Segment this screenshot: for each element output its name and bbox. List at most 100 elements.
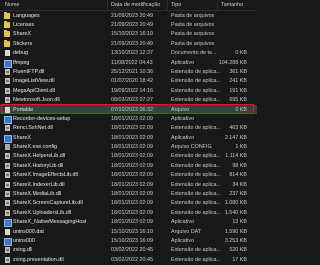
file-row[interactable]: Recorder-devices-setup 18/01/2023 02:09 Ap… xyxy=(0,114,257,124)
file-type: Pasta de arquivos xyxy=(171,21,215,28)
file-type: Extensão de aplica... xyxy=(171,153,222,160)
dll-icon xyxy=(5,97,10,104)
file-type: Aplicativo xyxy=(171,115,195,122)
file-name: ShareX.IndexerLib.dll xyxy=(13,181,65,188)
file-row-selected[interactable]: Portable 07/10/2023 06:32 Arquivo 0 KB xyxy=(0,103,257,115)
dll-icon xyxy=(5,162,10,169)
file-name: ShareX.HistoryLib.dll xyxy=(13,162,64,169)
file-name: Licenses xyxy=(13,21,35,28)
file-row[interactable]: Stickers 21/09/2023 20:49 Pasta de arquivo… xyxy=(0,39,257,48)
file-row[interactable]: ShareX.ScreenCaptureLib.dll 18/01/2023 02… xyxy=(0,199,257,208)
file-row[interactable]: ShareX 18/01/2023 02:09 Aplicativo 2.147 KB xyxy=(0,133,257,143)
dll-icon xyxy=(5,87,10,94)
column-divider[interactable] xyxy=(217,0,218,10)
file-row[interactable]: unins000.dat 15/10/2023 16:10 Arquivo DAT 1… xyxy=(0,227,257,236)
file-row[interactable]: zxing.presentation.dll 03/02/2022 20:45 Ex… xyxy=(0,255,257,264)
file-name: MegaApiClient.dll xyxy=(13,87,55,94)
cfg-icon xyxy=(5,144,10,151)
file-type: Extensão de aplica... xyxy=(171,181,222,188)
file-name: ffmpeg xyxy=(13,59,30,66)
file-date: 18/01/2023 02:09 xyxy=(111,219,153,226)
file-row[interactable]: ShareX.IndexerLib.dll 18/01/2023 02:09 Ext… xyxy=(0,180,257,189)
file-type: Extensão de aplica... xyxy=(171,191,222,198)
file-row[interactable]: Renci.SshNet.dll 18/01/2023 02:09 Extensão… xyxy=(0,124,257,133)
column-header-type[interactable]: Tipo xyxy=(171,2,181,8)
file-name: ShareX.MediaLib.dll xyxy=(13,191,62,198)
file-row[interactable]: ShareX 15/10/2023 16:10 Pasta de arquivos xyxy=(0,30,257,39)
file-row[interactable]: ShareX.UploadersLib.dll 18/01/2023 02:09 E… xyxy=(0,208,257,217)
file-date: 03/02/2022 20:45 xyxy=(111,256,153,263)
file-name: unins000.dat xyxy=(13,228,44,235)
file-row[interactable]: ShareX.MediaLib.dll 18/01/2023 02:09 Exten… xyxy=(0,189,257,198)
file-size: 814 KB xyxy=(229,172,247,179)
file-type: Arquivo xyxy=(171,106,190,113)
folder-icon xyxy=(4,39,10,47)
file-date: 15/10/2023 16:10 xyxy=(111,228,153,235)
file-date: 15/10/2023 16:10 xyxy=(111,31,153,38)
file-size: 1.540 KB xyxy=(224,209,247,216)
file-type: Extensão de aplica... xyxy=(171,256,222,263)
file-list: Languages 21/09/2023 20:49 Pasta de arquiv… xyxy=(0,11,257,265)
file-date: 03/02/2022 20:45 xyxy=(111,247,153,254)
column-header-date[interactable]: Data de modificação xyxy=(111,2,160,8)
file-date: 07/10/2023 06:32 xyxy=(111,106,153,113)
dll-icon xyxy=(5,209,10,216)
file-size: 17 KB xyxy=(232,256,247,263)
file-date: 18/01/2023 02:09 xyxy=(111,115,153,122)
file-type: Aplicativo xyxy=(171,59,195,66)
file-size: 2.147 KB xyxy=(224,134,247,141)
folder-icon xyxy=(4,20,10,28)
file-row[interactable]: debug 13/10/2023 12:37 Documento de te... 0… xyxy=(0,49,257,58)
file-row[interactable]: zxing.dll 03/02/2022 20:45 Extensão de apl… xyxy=(0,246,257,255)
exe-icon xyxy=(4,115,12,124)
file-type: Extensão de aplica... xyxy=(171,68,222,75)
file-type: Aplicativo xyxy=(171,134,195,141)
file-row[interactable]: unins000 15/10/2023 16:09 Aplicativo 3.253 … xyxy=(0,236,257,246)
file-row[interactable]: ShareX.exe.config 18/01/2023 02:09 Arquivo… xyxy=(0,142,257,151)
file-icon xyxy=(5,228,10,235)
file-size: 3.253 KB xyxy=(224,237,247,244)
file-name: ShareX.exe.config xyxy=(13,144,58,151)
file-date: 18/01/2023 02:09 xyxy=(111,144,153,151)
file-type: Extensão de aplica... xyxy=(171,97,222,104)
file-type: Extensão de aplica... xyxy=(171,172,222,179)
file-type: Aplicativo xyxy=(171,237,195,244)
file-name: ShareX xyxy=(13,134,31,141)
dll-icon xyxy=(5,181,10,188)
file-date: 18/01/2023 02:09 xyxy=(111,134,153,141)
column-header-name[interactable]: Nome xyxy=(5,2,19,8)
file-row[interactable]: FluentFTP.dll 25/12/2021 10:36 Extensão de… xyxy=(0,67,257,76)
file-row[interactable]: ffmpeg 11/08/2022 04:43 Aplicativo 104.288 … xyxy=(0,58,257,68)
column-divider[interactable] xyxy=(167,0,168,10)
file-name: zxing.presentation.dll xyxy=(13,256,64,263)
file-type: Extensão de aplica... xyxy=(171,125,222,132)
file-row[interactable]: ShareX.HelpersLib.dll 18/01/2023 02:09 Ext… xyxy=(0,152,257,161)
dll-icon xyxy=(5,125,10,132)
file-row[interactable]: Languages 21/09/2023 20:49 Pasta de arquiv… xyxy=(0,11,257,20)
file-icon xyxy=(5,50,10,57)
file-row[interactable]: ShareX.ImageEffectsLib.dll 18/01/2023 02:… xyxy=(0,171,257,180)
folder-icon xyxy=(4,11,10,19)
file-date: 01/07/2020 18:42 xyxy=(111,78,153,85)
column-header-size[interactable]: Tamanho xyxy=(221,2,243,8)
file-row[interactable]: Licenses 21/09/2023 20:49 Pasta de arquivo… xyxy=(0,20,257,29)
file-size: 98 KB xyxy=(232,162,247,169)
file-date: 18/01/2023 02:09 xyxy=(111,162,153,169)
file-name: Newtonsoft.Json.dll xyxy=(13,97,60,104)
file-row[interactable]: ShareX_NativeMessagingHost 18/01/2023 02:… xyxy=(0,218,257,228)
dll-icon xyxy=(5,153,10,160)
file-size: 1 KB xyxy=(235,144,247,151)
file-date: 15/10/2023 16:09 xyxy=(111,237,153,244)
file-row[interactable]: ShareX.HistoryLib.dll 18/01/2023 02:09 Ext… xyxy=(0,161,257,170)
file-date: 08/03/2023 07:27 xyxy=(111,97,153,104)
file-name: Portable xyxy=(13,106,34,113)
file-row[interactable]: MegaApiClient.dll 19/09/2022 14:16 Extensã… xyxy=(0,86,257,95)
column-header-bar: Nome Data de modificação Tipo Tamanho xyxy=(0,0,257,11)
file-row[interactable]: ImageListView.dll 01/07/2020 18:42 Extensã… xyxy=(0,77,257,86)
exe-icon xyxy=(4,219,12,228)
file-name: ShareX.UploadersLib.dll xyxy=(13,209,72,216)
dll-icon xyxy=(5,172,10,179)
column-divider[interactable] xyxy=(107,0,108,10)
dll-icon xyxy=(5,200,10,207)
file-type: Arquivo CONFIG xyxy=(171,144,212,151)
